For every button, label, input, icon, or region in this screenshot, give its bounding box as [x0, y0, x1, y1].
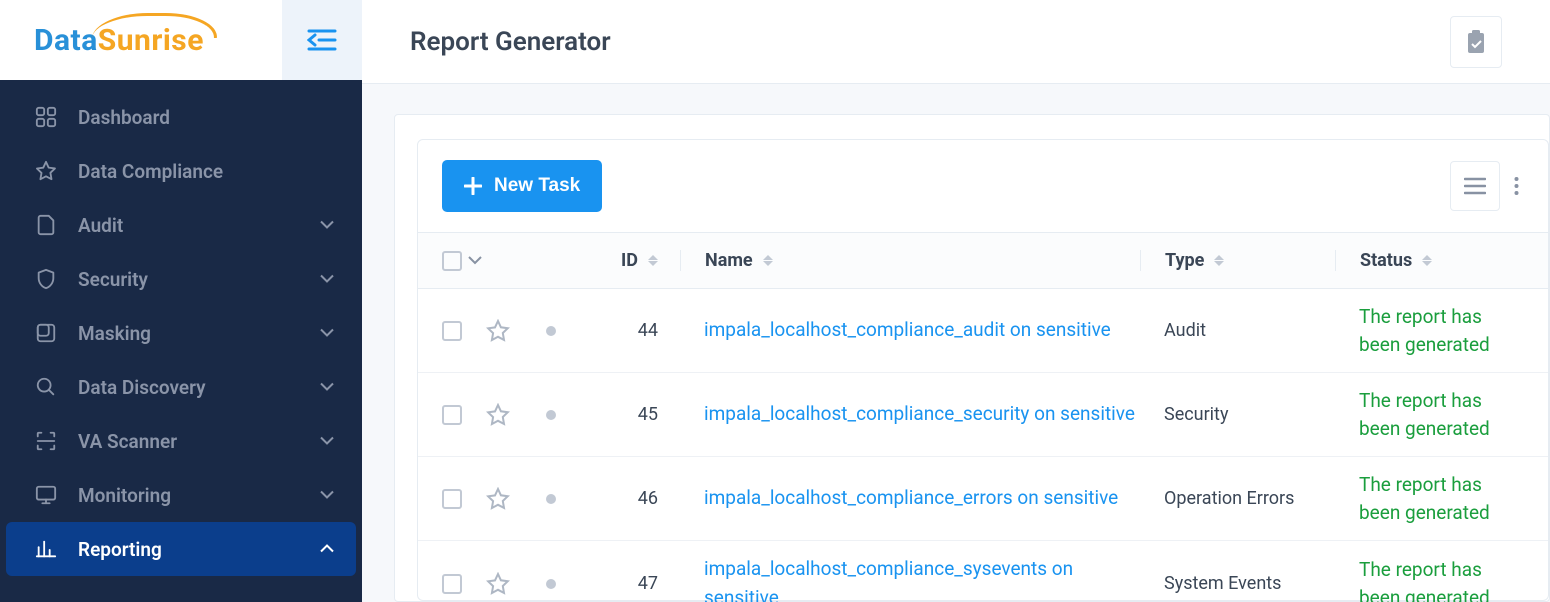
favorite-button[interactable]	[486, 487, 510, 511]
chart-icon	[34, 537, 58, 561]
chevron-down-icon	[320, 488, 334, 502]
row-checkbox[interactable]	[442, 321, 462, 341]
chevron-down-icon	[320, 272, 334, 286]
column-name[interactable]: Name	[680, 250, 1140, 271]
row-type: Audit	[1140, 320, 1335, 341]
status-dot	[546, 326, 556, 336]
chevron-down-icon[interactable]	[468, 256, 482, 265]
favorite-button[interactable]	[486, 572, 510, 596]
plus-icon	[464, 177, 482, 195]
nav-label: Security	[78, 268, 320, 291]
nav-label: Masking	[78, 322, 320, 345]
mask-icon	[34, 321, 58, 345]
row-status: The report has been generated	[1335, 387, 1524, 442]
sidebar-item-audit[interactable]: Audit	[0, 198, 362, 252]
sidebar-item-dashboard[interactable]: Dashboard	[0, 90, 362, 144]
nav-label: Reporting	[78, 538, 320, 561]
sidebar-collapse-button[interactable]	[282, 0, 362, 80]
clipboard-icon	[1466, 30, 1486, 54]
logo-part2: Sunrise	[98, 23, 204, 58]
row-name-link[interactable]: impala_localhost_compliance_audit on sen…	[704, 316, 1111, 345]
sidebar-item-va-scanner[interactable]: VA Scanner	[0, 414, 362, 468]
row-id: 44	[582, 320, 680, 341]
row-checkbox[interactable]	[442, 574, 462, 594]
table-row: 47 impala_localhost_compliance_sysevents …	[418, 541, 1548, 602]
nav-label: Data Compliance	[78, 160, 334, 183]
file-icon	[34, 213, 58, 237]
status-dot	[546, 410, 556, 420]
row-type: System Events	[1140, 573, 1335, 594]
dots-icon	[1514, 176, 1519, 196]
sort-icon	[763, 255, 773, 266]
shield-icon	[34, 267, 58, 291]
chevron-down-icon	[320, 380, 334, 394]
row-status: The report has been generated	[1335, 303, 1524, 358]
topbar: Report Generator	[362, 0, 1550, 84]
sort-icon	[1422, 255, 1432, 266]
favorite-button[interactable]	[486, 403, 510, 427]
select-all-checkbox[interactable]	[442, 251, 462, 271]
chevron-down-icon	[320, 434, 334, 448]
chevron-up-icon	[320, 542, 334, 556]
sidebar-item-monitoring[interactable]: Monitoring	[0, 468, 362, 522]
sort-icon	[1214, 255, 1224, 266]
row-type: Security	[1140, 404, 1335, 425]
nav-label: Monitoring	[78, 484, 320, 507]
sidebar-item-data-compliance[interactable]: Data Compliance	[0, 144, 362, 198]
collapse-icon	[307, 28, 337, 52]
status-dot	[546, 494, 556, 504]
new-task-label: New Task	[494, 175, 580, 197]
star-icon	[34, 159, 58, 183]
new-task-button[interactable]: New Task	[442, 160, 602, 212]
logo: DataSunrise	[0, 23, 282, 58]
table-header: ID Name Type Status	[418, 233, 1548, 289]
column-type[interactable]: Type	[1140, 250, 1335, 271]
row-type: Operation Errors	[1140, 488, 1335, 509]
table-row: 46 impala_localhost_compliance_errors on …	[418, 457, 1548, 541]
status-dot	[546, 579, 556, 589]
sidebar-item-reporting[interactable]: Reporting	[6, 522, 356, 576]
scan-icon	[34, 429, 58, 453]
row-id: 45	[582, 404, 680, 425]
favorite-button[interactable]	[486, 319, 510, 343]
monitor-icon	[34, 483, 58, 507]
sidebar-item-data-discovery[interactable]: Data Discovery	[0, 360, 362, 414]
sort-icon	[648, 255, 658, 266]
row-checkbox[interactable]	[442, 405, 462, 425]
row-id: 47	[582, 573, 680, 594]
row-id: 46	[582, 488, 680, 509]
more-actions-button[interactable]	[1506, 161, 1526, 211]
logo-part1: Data	[34, 23, 98, 58]
row-name-link[interactable]: impala_localhost_compliance_sysevents on…	[704, 555, 1140, 602]
search-icon	[34, 375, 58, 399]
page-title: Report Generator	[410, 27, 1450, 57]
table-row: 44 impala_localhost_compliance_audit on s…	[418, 289, 1548, 373]
sidebar-item-security[interactable]: Security	[0, 252, 362, 306]
nav-label: Data Discovery	[78, 376, 320, 399]
row-checkbox[interactable]	[442, 489, 462, 509]
chevron-down-icon	[320, 326, 334, 340]
nav-label: Audit	[78, 214, 320, 237]
row-name-link[interactable]: impala_localhost_compliance_security on …	[704, 400, 1135, 429]
sidebar: DataSunrise Dashboard Data Compliance Audi…	[0, 0, 362, 602]
list-view-button[interactable]	[1450, 161, 1500, 211]
sidebar-item-masking[interactable]: Masking	[0, 306, 362, 360]
dashboard-icon	[34, 105, 58, 129]
table-row: 45 impala_localhost_compliance_security o…	[418, 373, 1548, 457]
row-status: The report has been generated	[1335, 471, 1524, 526]
chevron-down-icon	[320, 218, 334, 232]
nav-label: VA Scanner	[78, 430, 320, 453]
clipboard-button[interactable]	[1450, 16, 1502, 68]
row-status: The report has been generated	[1335, 556, 1524, 602]
column-status[interactable]: Status	[1335, 250, 1524, 271]
column-id[interactable]: ID	[582, 250, 680, 271]
hamburger-icon	[1464, 177, 1486, 195]
row-name-link[interactable]: impala_localhost_compliance_errors on se…	[704, 484, 1118, 513]
nav-label: Dashboard	[78, 106, 334, 129]
